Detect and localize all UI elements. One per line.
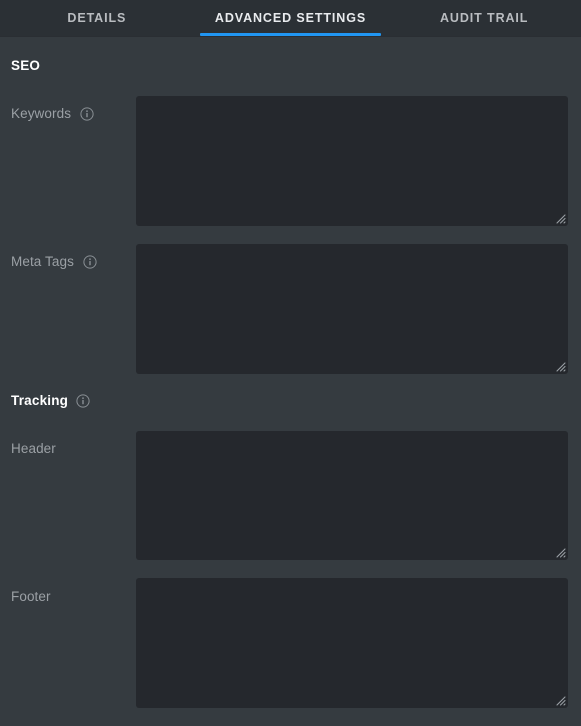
- field-label-meta-tags: Meta Tags: [11, 254, 97, 269]
- resize-grip-icon[interactable]: [554, 212, 566, 224]
- field-label-meta-tags-text: Meta Tags: [11, 254, 74, 269]
- tab-advanced-settings-active-indicator: [199, 33, 382, 36]
- tab-details-label: DETAILS: [67, 11, 127, 25]
- field-label-footer: Footer: [11, 589, 51, 604]
- info-circle-icon[interactable]: [80, 106, 94, 121]
- advanced-settings-panel: SEO Keywords Meta Tags Tracking Header F…: [0, 37, 581, 726]
- field-label-keywords-text: Keywords: [11, 106, 72, 121]
- footer-tracking-textarea[interactable]: [136, 578, 568, 708]
- tab-audit-trail[interactable]: AUDIT TRAIL: [387, 0, 581, 36]
- field-label-header-text: Header: [11, 441, 56, 456]
- field-label-footer-text: Footer: [11, 589, 51, 604]
- section-heading-seo: SEO: [11, 58, 40, 73]
- meta-tags-textarea[interactable]: [136, 244, 568, 374]
- tab-audit-trail-label: AUDIT TRAIL: [439, 11, 529, 25]
- keywords-textarea[interactable]: [136, 96, 568, 226]
- section-heading-tracking-label: Tracking: [11, 393, 69, 408]
- info-circle-icon[interactable]: [76, 393, 90, 408]
- tab-details[interactable]: DETAILS: [0, 0, 194, 36]
- header-tracking-textarea[interactable]: [136, 431, 568, 560]
- field-label-keywords: Keywords: [11, 106, 94, 121]
- field-label-header: Header: [11, 441, 56, 456]
- section-heading-tracking: Tracking: [11, 393, 90, 408]
- resize-grip-icon[interactable]: [554, 694, 566, 706]
- resize-grip-icon[interactable]: [554, 360, 566, 372]
- tab-advanced-settings[interactable]: ADVANCED SETTINGS: [194, 0, 388, 36]
- resize-grip-icon[interactable]: [554, 546, 566, 558]
- section-heading-seo-label: SEO: [11, 58, 41, 73]
- info-circle-icon[interactable]: [83, 254, 97, 269]
- tab-advanced-settings-label: ADVANCED SETTINGS: [214, 11, 367, 25]
- tab-bar: DETAILS ADVANCED SETTINGS AUDIT TRAIL: [0, 0, 581, 37]
